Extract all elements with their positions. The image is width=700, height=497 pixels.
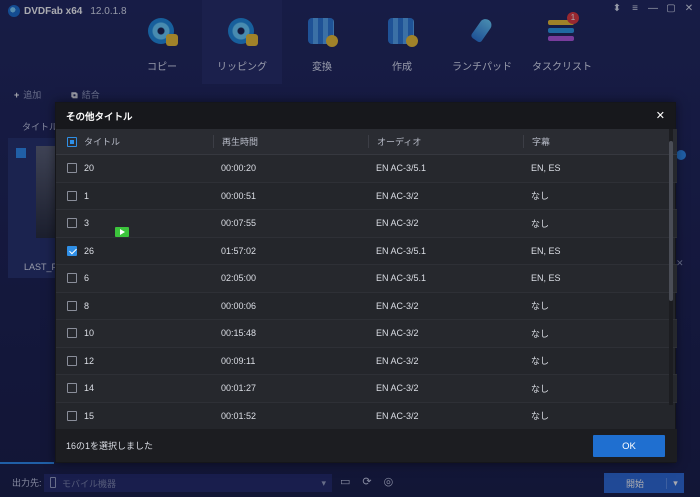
- table-scrollbar[interactable]: [669, 129, 673, 405]
- table-row[interactable]: 14 00:01:27 EN AC-3/2 なし: [56, 375, 677, 403]
- row-subtitle: なし: [531, 383, 550, 394]
- row-title: 3: [84, 218, 90, 229]
- row-title: 15: [84, 410, 95, 421]
- other-titles-dialog: その他タイトル ✕ タイトル 再生時間 オーディオ 字幕 20 00:00:20 E…: [55, 102, 677, 463]
- row-duration: 01:57:02: [221, 245, 257, 256]
- row-checkbox[interactable]: [67, 245, 77, 256]
- row-audio: EN AC-3/2: [376, 383, 419, 394]
- header-subtitle[interactable]: 字幕: [523, 135, 668, 148]
- row-title: 8: [84, 300, 90, 311]
- table-row[interactable]: 3 00:07:55 EN AC-3/2 なし: [56, 210, 677, 238]
- row-audio: EN AC-3/2: [376, 190, 419, 201]
- row-subtitle: なし: [531, 301, 550, 312]
- row-duration: 00:15:48: [221, 328, 257, 339]
- table-row[interactable]: 6 02:05:00 EN AC-3/5.1 EN, ES: [56, 265, 677, 293]
- row-title: 12: [84, 355, 95, 366]
- row-checkbox[interactable]: [67, 355, 77, 366]
- selection-status: 16の1を選択しました: [66, 441, 154, 451]
- row-audio: EN AC-3/2: [376, 328, 419, 339]
- row-checkbox[interactable]: [67, 190, 77, 201]
- ok-button[interactable]: OK: [593, 435, 665, 457]
- row-audio: EN AC-3/5.1: [376, 245, 427, 256]
- row-checkbox[interactable]: [67, 163, 77, 174]
- play-preview-icon[interactable]: [115, 227, 129, 238]
- row-duration: 00:09:11: [221, 355, 256, 366]
- header-duration[interactable]: 再生時間: [213, 135, 368, 148]
- row-checkbox[interactable]: [67, 300, 77, 311]
- row-checkbox[interactable]: [67, 218, 77, 229]
- titles-table: タイトル 再生時間 オーディオ 字幕 20 00:00:20 EN AC-3/5.1…: [56, 129, 677, 431]
- dialog-footer: 16の1を選択しました OK: [56, 429, 677, 462]
- row-duration: 00:07:55: [221, 218, 257, 229]
- row-duration: 00:00:51: [221, 190, 257, 201]
- row-title: 20: [84, 163, 95, 174]
- table-row[interactable]: 12 00:09:11 EN AC-3/2 なし: [56, 348, 677, 375]
- row-subtitle: EN, ES: [531, 273, 561, 284]
- row-title: 6: [84, 273, 90, 284]
- row-audio: EN AC-3/2: [376, 218, 419, 229]
- row-duration: 02:05:00: [221, 273, 257, 284]
- row-subtitle: なし: [531, 356, 550, 367]
- row-subtitle: なし: [531, 411, 550, 422]
- row-subtitle: EN, ES: [531, 163, 561, 174]
- row-subtitle: なし: [531, 328, 550, 339]
- row-audio: EN AC-3/2: [376, 300, 419, 311]
- row-checkbox[interactable]: [67, 273, 77, 284]
- row-audio: EN AC-3/2: [376, 355, 419, 366]
- table-row[interactable]: 10 00:15:48 EN AC-3/2 なし: [56, 320, 677, 348]
- row-subtitle: なし: [531, 191, 550, 202]
- table-row[interactable]: 15 00:01:52 EN AC-3/2 なし: [56, 403, 677, 430]
- table-row[interactable]: 26 01:57:02 EN AC-3/5.1 EN, ES: [56, 238, 677, 265]
- table-row[interactable]: 1 00:00:51 EN AC-3/2 なし: [56, 183, 677, 210]
- header-audio[interactable]: オーディオ: [368, 135, 523, 148]
- table-header: タイトル 再生時間 オーディオ 字幕: [56, 129, 677, 155]
- dialog-close-icon[interactable]: ✕: [656, 109, 665, 122]
- dialog-header: その他タイトル ✕: [56, 103, 675, 129]
- scrollbar-thumb[interactable]: [669, 141, 673, 301]
- row-checkbox[interactable]: [67, 410, 77, 421]
- row-audio: EN AC-3/5.1: [376, 163, 427, 174]
- row-title: 1: [84, 190, 90, 201]
- header-title: タイトル: [84, 137, 121, 147]
- row-duration: 00:00:20: [221, 163, 257, 174]
- row-audio: EN AC-3/2: [376, 410, 419, 421]
- table-body: 20 00:00:20 EN AC-3/5.1 EN, ES 1 00:00:51 EN A…: [56, 155, 677, 430]
- select-all-checkbox[interactable]: [67, 136, 77, 147]
- row-title: 10: [84, 328, 95, 339]
- dialog-title: その他タイトル: [66, 112, 133, 123]
- row-duration: 00:01:52: [221, 410, 257, 421]
- row-checkbox[interactable]: [67, 383, 77, 394]
- row-subtitle: なし: [531, 218, 550, 229]
- row-duration: 00:01:27: [221, 383, 257, 394]
- table-row[interactable]: 20 00:00:20 EN AC-3/5.1 EN, ES: [56, 155, 677, 183]
- row-duration: 00:00:06: [221, 300, 257, 311]
- row-audio: EN AC-3/5.1: [376, 273, 427, 284]
- table-row[interactable]: 8 00:00:06 EN AC-3/2 なし: [56, 293, 677, 320]
- row-title: 14: [84, 383, 95, 394]
- row-checkbox[interactable]: [67, 328, 77, 339]
- row-subtitle: EN, ES: [531, 245, 561, 256]
- row-title: 26: [84, 245, 95, 256]
